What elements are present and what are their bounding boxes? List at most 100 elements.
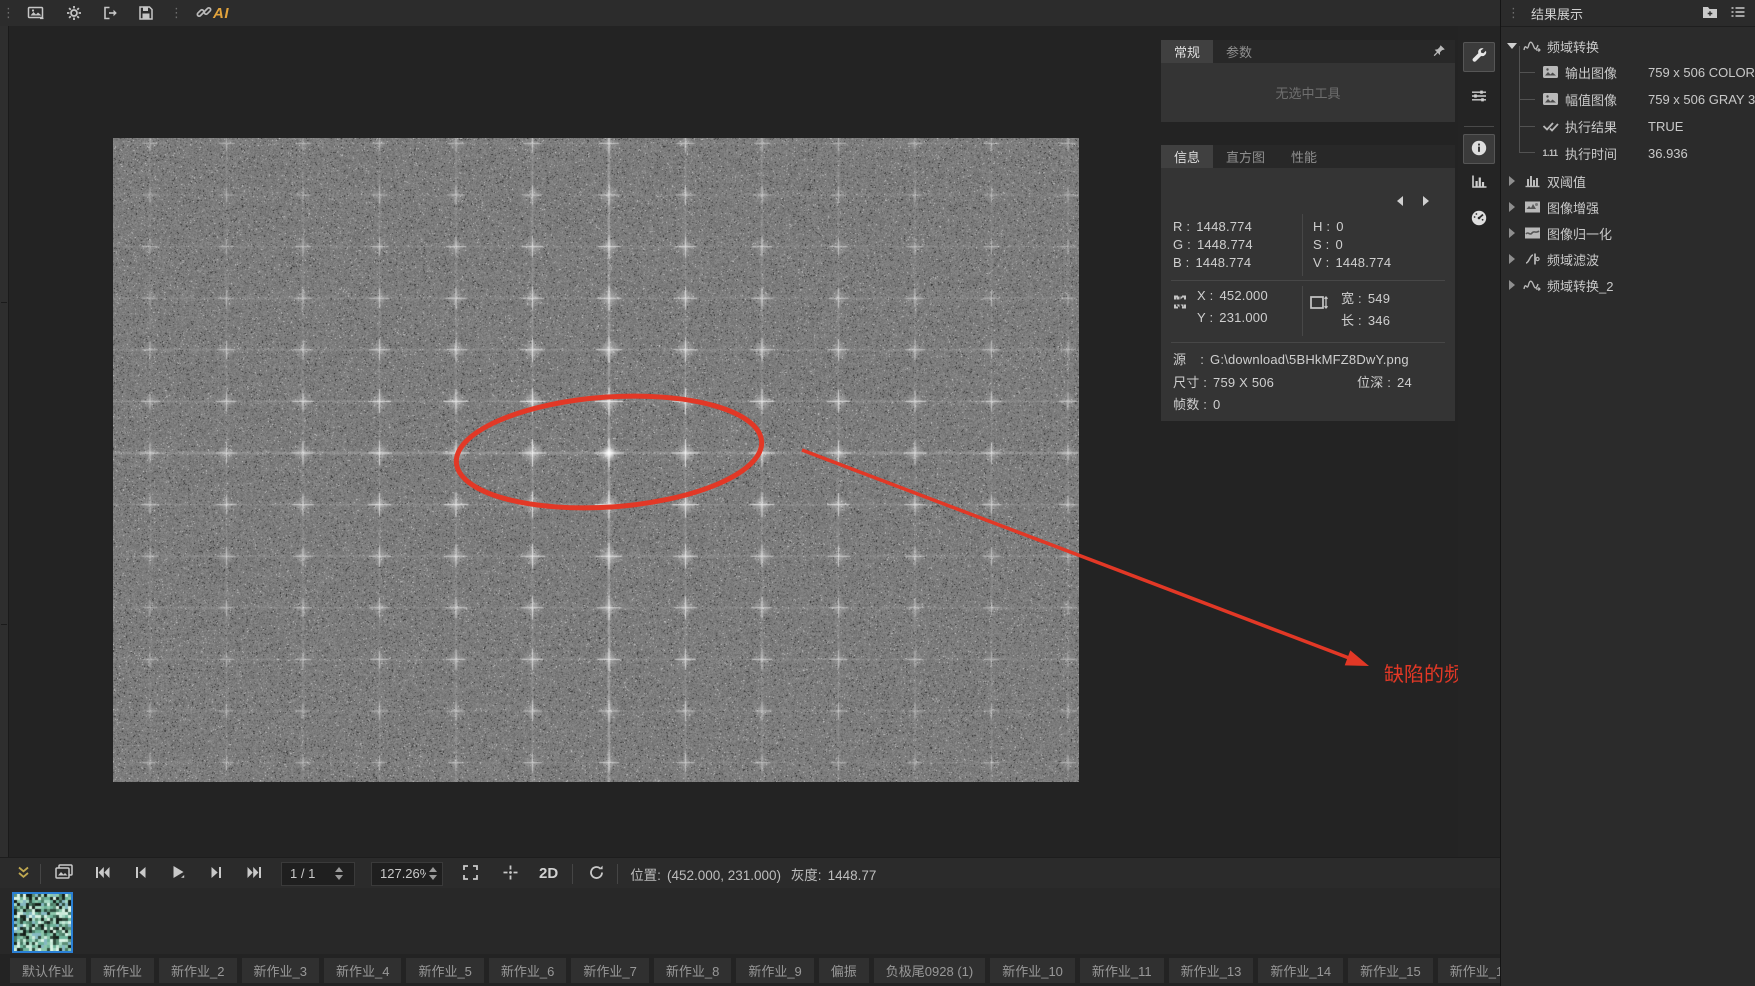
pin-button[interactable] bbox=[1431, 44, 1447, 60]
job-tab[interactable]: 新作业_10 bbox=[990, 958, 1075, 983]
export-button[interactable] bbox=[98, 2, 122, 24]
tree-node-freq-transform[interactable]: 频域转换 bbox=[1501, 33, 1755, 59]
left-rail bbox=[0, 26, 9, 954]
job-tab[interactable]: 新作业_11 bbox=[1080, 958, 1164, 983]
zoom-spinner[interactable] bbox=[426, 867, 440, 880]
job-tab[interactable]: 新作业_9 bbox=[736, 958, 813, 983]
histogram-button[interactable] bbox=[1463, 168, 1495, 198]
expand-closed-icon[interactable] bbox=[1507, 254, 1517, 264]
job-tab[interactable]: 新作业_3 bbox=[242, 958, 319, 983]
tab-performance[interactable]: 性能 bbox=[1278, 145, 1330, 168]
tree-node-dual-threshold[interactable]: 双阈值 bbox=[1501, 168, 1755, 194]
save-button[interactable] bbox=[134, 2, 158, 24]
job-tab[interactable]: 新作业_14 bbox=[1258, 958, 1343, 983]
first-frame-button[interactable] bbox=[89, 862, 115, 886]
performance-gauge-button[interactable] bbox=[1463, 204, 1495, 234]
job-tab[interactable]: 新作业_5 bbox=[406, 958, 483, 983]
info-prev-button[interactable] bbox=[1393, 195, 1407, 207]
tree-item-exec-result[interactable]: 执行结果 TRUE bbox=[1501, 113, 1755, 139]
tab-info[interactable]: 信息 bbox=[1161, 145, 1213, 168]
job-tab[interactable]: 默认作业 bbox=[10, 958, 86, 983]
center-view-button[interactable] bbox=[497, 862, 523, 886]
next-frame-icon bbox=[209, 865, 224, 883]
job-tab[interactable]: 偏振 bbox=[819, 958, 869, 983]
info-button[interactable] bbox=[1463, 134, 1495, 164]
job-tab[interactable]: 新作业 bbox=[91, 958, 154, 983]
spin-up-icon bbox=[335, 867, 343, 872]
ai-assistant-button[interactable]: AI bbox=[196, 2, 229, 24]
job-tab[interactable]: 新作业_15 bbox=[1348, 958, 1433, 983]
zoom-input[interactable] bbox=[380, 866, 426, 881]
tree-item-exec-time[interactable]: 1.11 执行时间 36.936 bbox=[1501, 140, 1755, 166]
next-frame-button[interactable] bbox=[203, 862, 229, 886]
mode-2d-button[interactable]: 2D bbox=[533, 865, 564, 882]
thumbnail-image[interactable] bbox=[12, 892, 73, 953]
pixel-g: G :1448.774 bbox=[1173, 237, 1253, 252]
expand-open-icon[interactable] bbox=[1507, 43, 1517, 49]
settings-button[interactable] bbox=[62, 2, 86, 24]
adjustments-button[interactable] bbox=[1463, 82, 1495, 112]
export-icon bbox=[102, 5, 119, 21]
tools-button[interactable] bbox=[1463, 42, 1495, 72]
gray-label: 灰度: bbox=[791, 868, 822, 883]
last-frame-button[interactable] bbox=[241, 862, 267, 886]
expand-closed-icon[interactable] bbox=[1507, 176, 1517, 186]
panel-grip-icon bbox=[1507, 0, 1517, 26]
add-folder-button[interactable] bbox=[1700, 4, 1720, 22]
fit-view-button[interactable] bbox=[457, 862, 483, 886]
tab-parameters[interactable]: 参数 bbox=[1213, 40, 1265, 63]
image-list-button[interactable] bbox=[51, 862, 77, 886]
refresh-button[interactable] bbox=[583, 862, 609, 886]
expand-closed-icon[interactable] bbox=[1507, 280, 1517, 290]
list-icon bbox=[1730, 5, 1746, 22]
results-title: 结果展示 bbox=[1531, 4, 1583, 23]
tree-node-freq-filter[interactable]: 频域滤波 bbox=[1501, 246, 1755, 272]
image-normalize-icon bbox=[1523, 226, 1541, 240]
job-tab[interactable]: 新作业_8 bbox=[654, 958, 731, 983]
image-enhance-icon bbox=[1523, 200, 1541, 214]
toolbar-divider bbox=[40, 864, 41, 884]
tree-node-image-normalize[interactable]: 图像归一化 bbox=[1501, 220, 1755, 246]
job-tab[interactable]: 新作业_4 bbox=[324, 958, 401, 983]
tab-histogram[interactable]: 直方图 bbox=[1213, 145, 1278, 168]
region-height: 长 :346 bbox=[1341, 310, 1390, 329]
job-tab[interactable]: 新作业_7 bbox=[571, 958, 648, 983]
rail-divider bbox=[1, 302, 7, 303]
job-tab[interactable]: 新作业_6 bbox=[489, 958, 566, 983]
tool-config-panel: 常规 参数 无选中工具 bbox=[1161, 40, 1455, 122]
tree-node-image-enhance[interactable]: 图像增强 bbox=[1501, 194, 1755, 220]
expand-closed-icon[interactable] bbox=[1507, 202, 1517, 212]
cursor-status: 位置:(452.000, 231.000) 灰度:1448.77 bbox=[630, 864, 882, 884]
file-frames: 帧数 :0 bbox=[1173, 394, 1220, 413]
thumbnail-strip bbox=[0, 888, 1500, 955]
save-icon bbox=[138, 5, 154, 21]
strip-divider bbox=[1464, 126, 1494, 127]
expand-closed-icon[interactable] bbox=[1507, 228, 1517, 238]
tree-item-magnitude-image[interactable]: 幅值图像 759 x 506 GRAY 32 bbox=[1501, 86, 1755, 112]
top-toolbar: AI bbox=[0, 0, 1500, 27]
job-tab[interactable]: 新作业_2 bbox=[159, 958, 236, 983]
frame-spinner[interactable] bbox=[332, 867, 346, 880]
folder-plus-icon bbox=[1702, 5, 1718, 22]
frame-input[interactable] bbox=[290, 866, 332, 881]
previous-frame-button[interactable] bbox=[127, 862, 153, 886]
collapse-toolbar-button[interactable] bbox=[10, 862, 36, 886]
job-tab[interactable]: 负极尾0928 (1) bbox=[874, 958, 985, 983]
play-button[interactable] bbox=[165, 862, 191, 886]
previous-frame-icon bbox=[133, 865, 148, 883]
tree-item-output-image[interactable]: 输出图像 759 x 506 COLOR 3 bbox=[1501, 59, 1755, 85]
tab-general[interactable]: 常规 bbox=[1161, 40, 1213, 63]
frequency-filter-icon bbox=[1523, 252, 1541, 266]
spin-up-icon bbox=[429, 867, 437, 872]
pixel-v: V :1448.774 bbox=[1313, 255, 1391, 270]
tree-node-freq-transform-2[interactable]: 频域转换_2 bbox=[1501, 272, 1755, 298]
tool-config-tabs: 常规 参数 bbox=[1161, 40, 1455, 63]
image-source-button[interactable] bbox=[24, 2, 48, 24]
job-tab[interactable]: 新作业_13 bbox=[1169, 958, 1254, 983]
skip-to-start-icon bbox=[94, 865, 111, 883]
info-next-button[interactable] bbox=[1419, 195, 1433, 207]
fit-view-icon bbox=[462, 864, 479, 884]
spin-down-icon bbox=[429, 875, 437, 880]
fft-image[interactable] bbox=[113, 138, 1079, 782]
list-view-button[interactable] bbox=[1728, 4, 1748, 22]
